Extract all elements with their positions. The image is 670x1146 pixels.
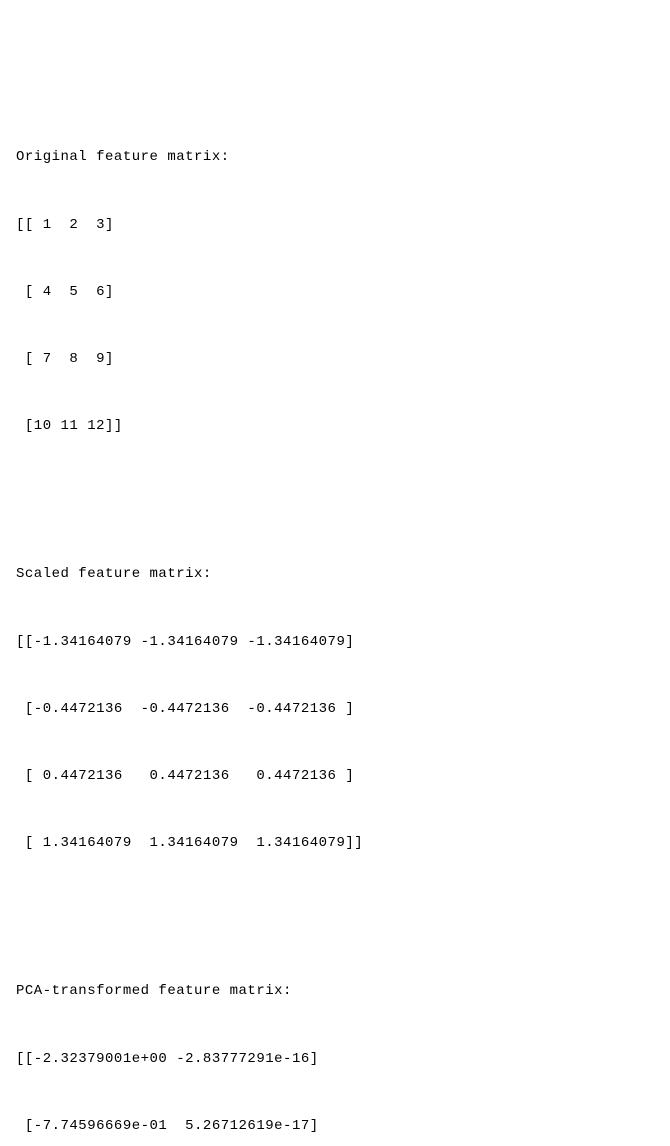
scaled-feature-section: Scaled feature matrix: [[-1.34164079 -1.… — [16, 519, 654, 877]
matrix-row: [ 1.34164079 1.34164079 1.34164079]] — [16, 832, 654, 854]
matrix-row: [ 7 8 9] — [16, 348, 654, 370]
matrix-row: [[-1.34164079 -1.34164079 -1.34164079] — [16, 631, 654, 653]
pca-transformed-title: PCA-transformed feature matrix: — [16, 980, 654, 1002]
matrix-row: [10 11 12]] — [16, 415, 654, 437]
matrix-row: [[ 1 2 3] — [16, 214, 654, 236]
scaled-feature-title: Scaled feature matrix: — [16, 563, 654, 585]
pca-transformed-section: PCA-transformed feature matrix: [[-2.323… — [16, 936, 654, 1146]
matrix-row: [[-2.32379001e+00 -2.83777291e-16] — [16, 1048, 654, 1070]
matrix-row: [-7.74596669e-01 5.26712619e-17] — [16, 1115, 654, 1137]
matrix-row: [ 0.4472136 0.4472136 0.4472136 ] — [16, 765, 654, 787]
matrix-row: [ 4 5 6] — [16, 281, 654, 303]
original-feature-title: Original feature matrix: — [16, 146, 654, 168]
original-feature-section: Original feature matrix: [[ 1 2 3] [ 4 5… — [16, 102, 654, 460]
matrix-row: [-0.4472136 -0.4472136 -0.4472136 ] — [16, 698, 654, 720]
